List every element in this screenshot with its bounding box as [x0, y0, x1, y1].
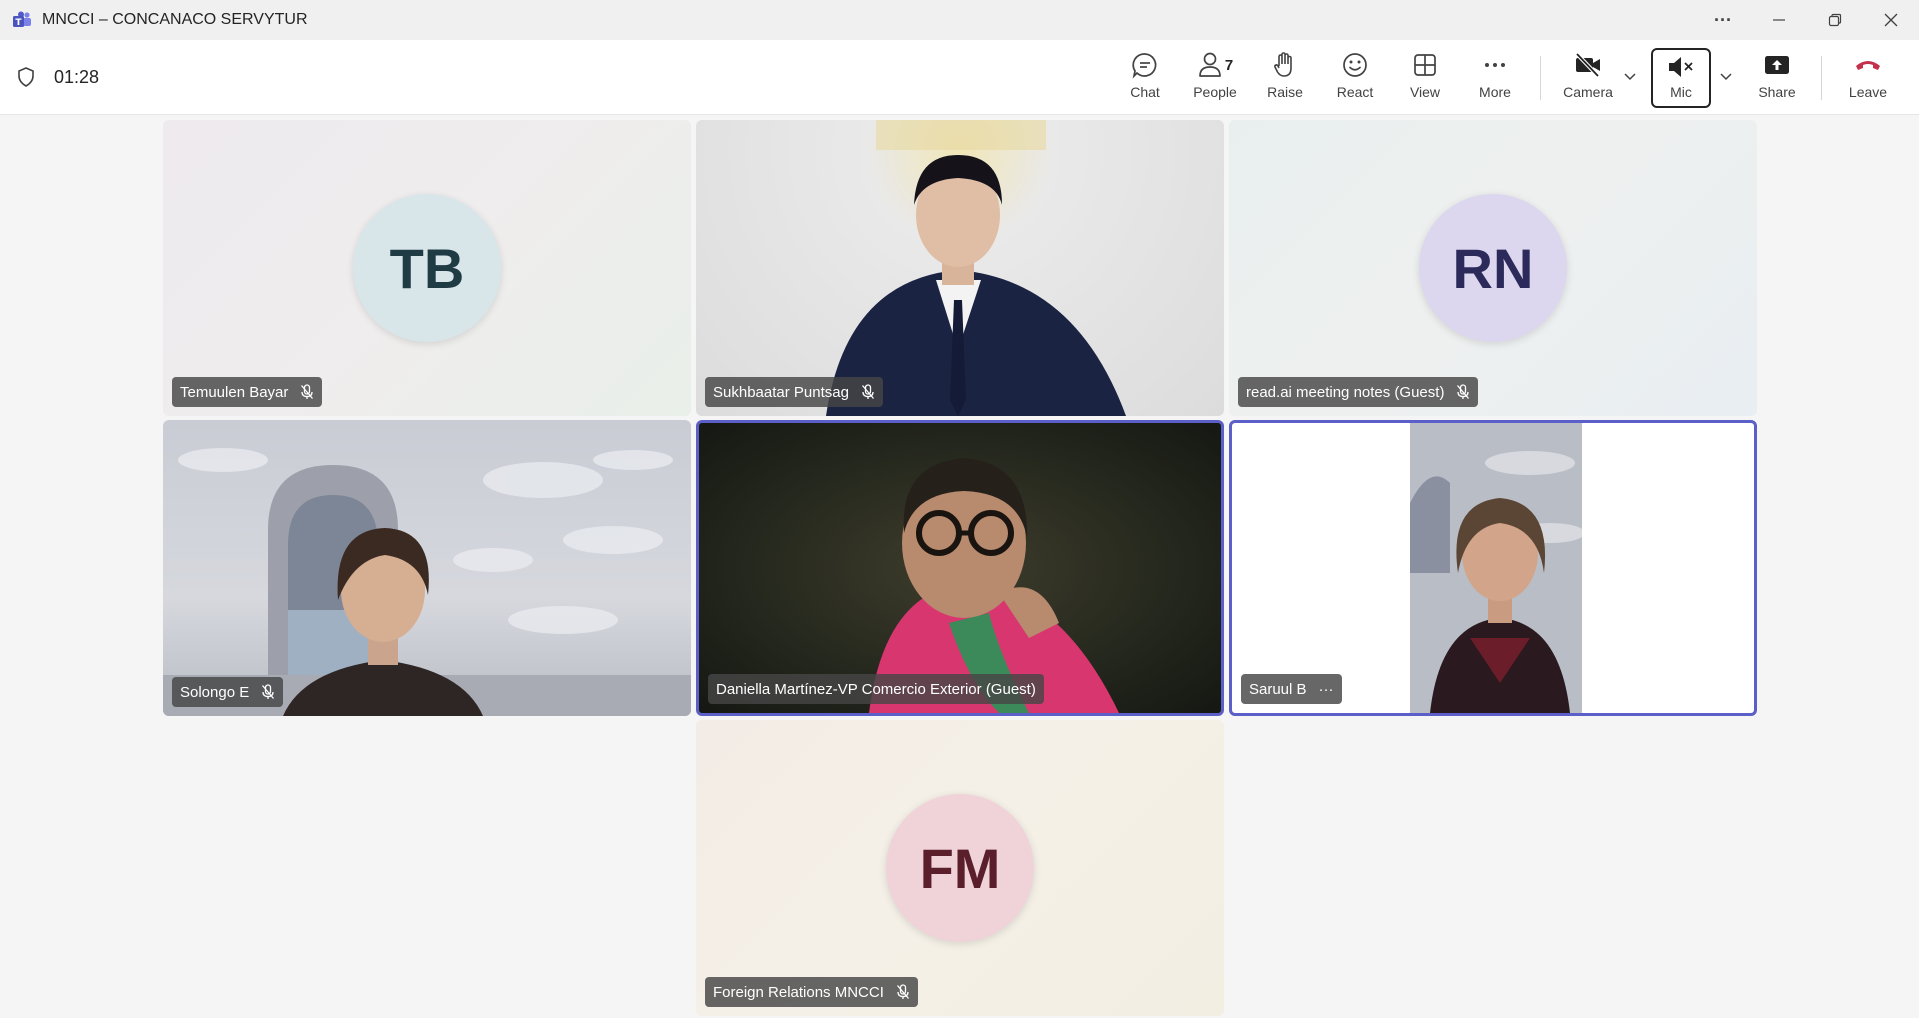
- participant-tile-speaking[interactable]: Daniella Martínez-VP Comercio Exterior (…: [696, 420, 1224, 716]
- react-button[interactable]: React: [1323, 50, 1387, 106]
- participant-name: Daniella Martínez-VP Comercio Exterior (…: [716, 680, 1036, 698]
- participant-name-tag: Solongo E: [172, 677, 284, 707]
- avatar: TB: [353, 194, 501, 342]
- camera-label: Camera: [1563, 84, 1613, 100]
- share-screen-icon: [1765, 56, 1789, 74]
- chevron-down-icon: [1624, 73, 1636, 81]
- participant-video: [1410, 423, 1582, 713]
- teams-app-icon: T: [12, 10, 32, 30]
- camera-options-button[interactable]: [1620, 66, 1640, 86]
- mic-off-icon: [861, 384, 875, 400]
- mic-label: Mic: [1670, 84, 1692, 100]
- avatar: FM: [886, 794, 1034, 942]
- more-label: More: [1479, 84, 1511, 100]
- avatar: RN: [1419, 194, 1567, 342]
- mic-muted-icon: [1669, 57, 1693, 77]
- leave-button[interactable]: Leave: [1836, 50, 1900, 106]
- participant-name: Sukhbaatar Puntsag: [713, 383, 849, 401]
- participant-name: read.ai meeting notes (Guest): [1246, 383, 1445, 401]
- participant-tile[interactable]: FM Foreign Relations MNCCI: [696, 720, 1224, 1016]
- participant-name-tag: Foreign Relations MNCCI: [705, 977, 918, 1007]
- mic-off-icon: [300, 384, 314, 400]
- toolbar-divider: [1540, 56, 1541, 100]
- participant-tile[interactable]: Sukhbaatar Puntsag: [696, 120, 1224, 416]
- restore-icon: [1828, 13, 1842, 27]
- people-label: People: [1193, 84, 1237, 100]
- participant-more-icon[interactable]: ···: [1319, 681, 1334, 698]
- mic-off-icon: [896, 984, 910, 1000]
- mic-options-button[interactable]: [1716, 66, 1736, 86]
- participant-tile[interactable]: RN read.ai meeting notes (Guest): [1229, 120, 1757, 416]
- chat-button[interactable]: Chat: [1113, 50, 1177, 106]
- participant-tile-speaking[interactable]: Saruul B ···: [1229, 420, 1757, 716]
- toolbar-divider: [1821, 56, 1822, 100]
- participant-video: [696, 120, 1224, 416]
- participant-name: Solongo E: [180, 683, 250, 701]
- mic-off-icon: [1456, 384, 1470, 400]
- window-more-button[interactable]: ···: [1695, 0, 1751, 40]
- raise-hand-icon: [1274, 52, 1292, 77]
- chevron-down-icon: [1720, 73, 1732, 81]
- participant-tile[interactable]: Solongo E: [163, 420, 691, 716]
- share-label: Share: [1758, 84, 1796, 100]
- participant-name-tag: Daniella Martínez-VP Comercio Exterior (…: [708, 674, 1044, 704]
- title-bar: T MNCCI – CONCANACO SERVYTUR ···: [0, 0, 1919, 41]
- more-icon: [1485, 63, 1505, 67]
- people-button[interactable]: 7 People: [1183, 50, 1247, 106]
- minimize-button[interactable]: [1751, 0, 1807, 40]
- people-count: 7: [1224, 56, 1234, 74]
- mic-button[interactable]: Mic: [1651, 48, 1711, 108]
- participant-video: [699, 423, 1221, 713]
- raise-hand-button[interactable]: Raise: [1253, 50, 1317, 106]
- view-button[interactable]: View: [1393, 50, 1457, 106]
- chat-label: Chat: [1130, 84, 1160, 100]
- camera-button[interactable]: Camera: [1555, 50, 1621, 106]
- view-label: View: [1409, 84, 1441, 100]
- participant-name-tag: Sukhbaatar Puntsag: [705, 377, 883, 407]
- smiley-icon: [1343, 53, 1367, 77]
- participant-name-tag: Saruul B ···: [1241, 674, 1342, 704]
- raise-label: Raise: [1267, 84, 1303, 100]
- more-dots-icon: ···: [1714, 9, 1732, 30]
- svg-text:T: T: [15, 18, 22, 28]
- minimize-icon: [1773, 19, 1785, 21]
- leave-label: Leave: [1848, 84, 1888, 100]
- more-button[interactable]: More: [1463, 50, 1527, 106]
- window-title: MNCCI – CONCANACO SERVYTUR: [42, 11, 308, 28]
- camera-off-icon: [1575, 52, 1600, 78]
- shield-icon[interactable]: [16, 66, 36, 88]
- mic-off-icon: [261, 684, 275, 700]
- close-icon: [1884, 13, 1898, 27]
- meeting-toolbar: 01:28 Chat 7 People Raise React View Mor…: [0, 40, 1919, 115]
- restore-button[interactable]: [1807, 0, 1863, 40]
- hang-up-icon: [1856, 61, 1880, 70]
- participant-name: Temuulen Bayar: [180, 383, 289, 401]
- participant-name: Foreign Relations MNCCI: [713, 983, 884, 1001]
- chat-icon: [1132, 53, 1157, 79]
- share-button[interactable]: Share: [1745, 50, 1809, 106]
- participant-name-tag: read.ai meeting notes (Guest): [1238, 377, 1479, 407]
- participant-video: [163, 420, 691, 716]
- react-label: React: [1336, 84, 1374, 100]
- grid-view-icon: [1414, 54, 1436, 76]
- close-button[interactable]: [1863, 0, 1919, 40]
- participant-tile[interactable]: TB Temuulen Bayar: [163, 120, 691, 416]
- participant-name: Saruul B: [1249, 680, 1307, 698]
- participant-name-tag: Temuulen Bayar: [172, 377, 323, 407]
- people-icon: [1198, 52, 1221, 77]
- meeting-timer: 01:28: [54, 66, 100, 87]
